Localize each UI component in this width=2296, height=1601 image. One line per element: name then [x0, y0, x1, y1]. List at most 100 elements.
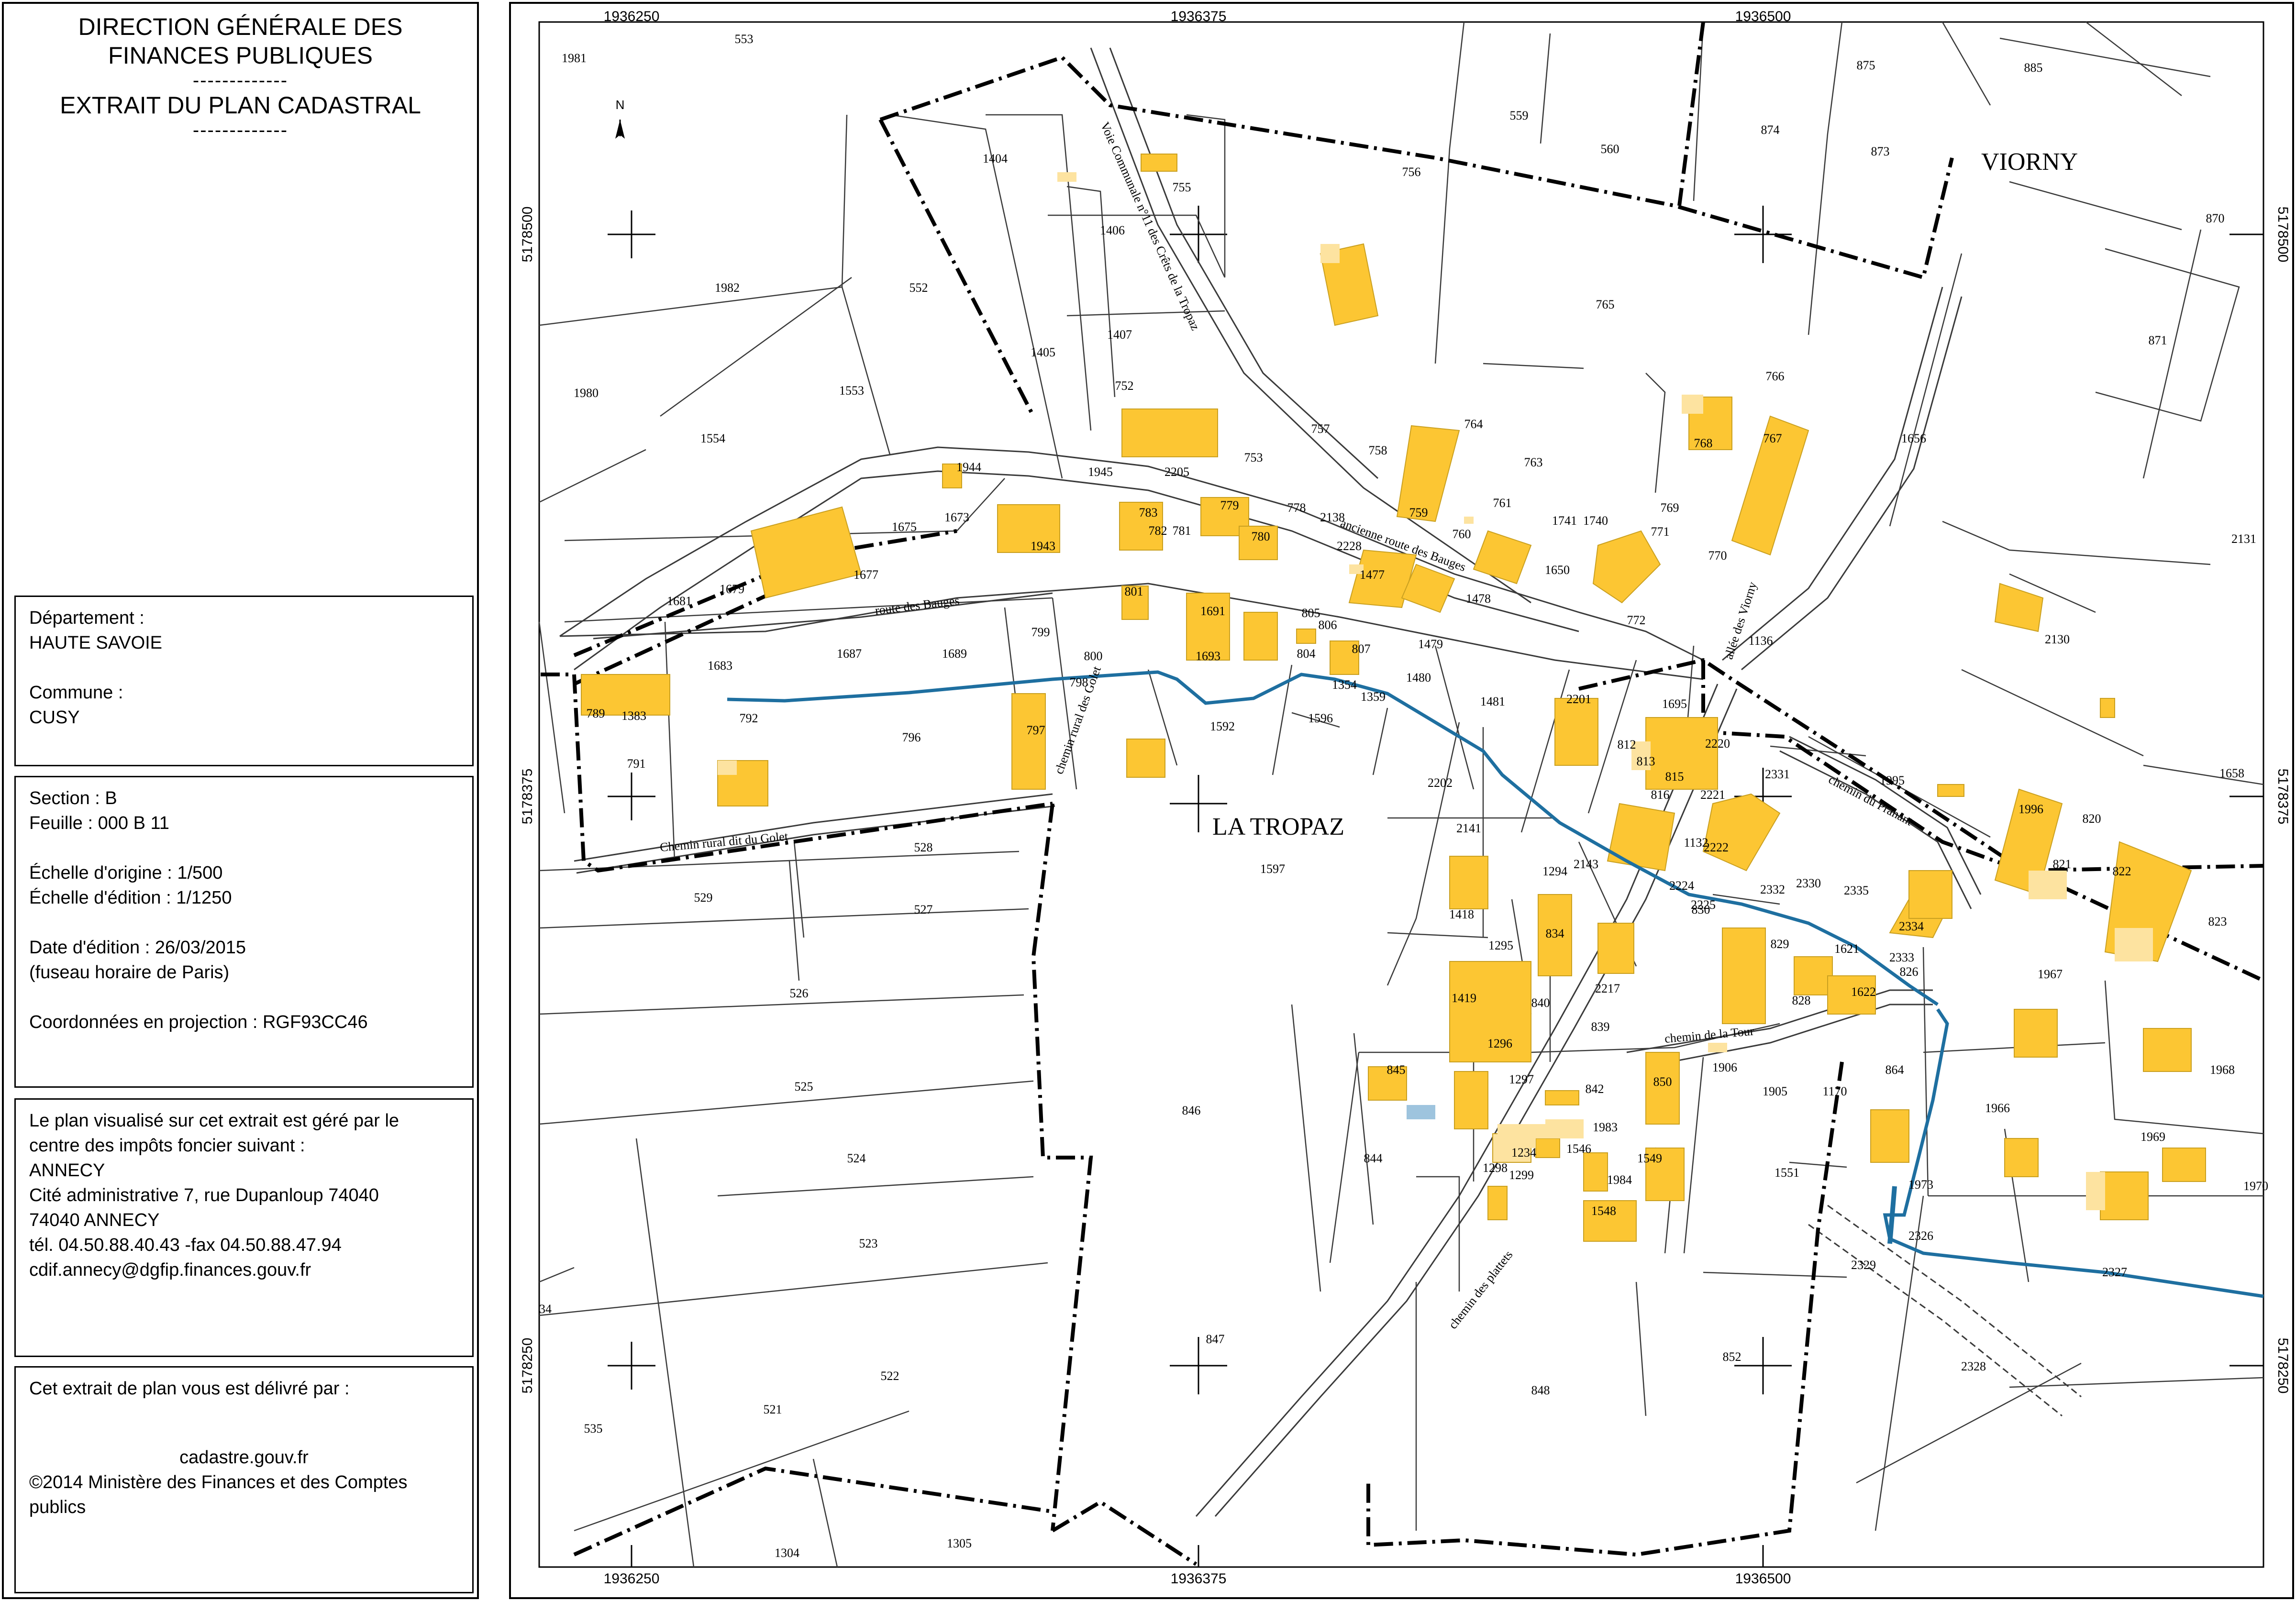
- parcel-label: 523: [859, 1237, 878, 1250]
- coord-x-top: 1936500: [1735, 9, 1791, 24]
- parcel-label: 759: [1409, 506, 1428, 519]
- parcel-label: 1970: [2243, 1179, 2268, 1193]
- street-label: Chemin rural dit du Golet: [659, 829, 789, 854]
- parcel-label: 1478: [1466, 592, 1491, 606]
- parcel-label: 782: [1149, 524, 1167, 538]
- parcel-label: 34: [539, 1302, 552, 1316]
- parcel-label: 1354: [1332, 678, 1357, 692]
- parcel-label: 1294: [1542, 864, 1567, 878]
- parcel-label: 1980: [574, 386, 599, 400]
- parcel-label: 1554: [700, 431, 725, 445]
- parcel-label: 771: [1651, 525, 1670, 539]
- parcel-label: 1982: [715, 281, 740, 295]
- parcel-label: 2330: [1796, 876, 1821, 890]
- map-canvas[interactable]: 1936250 1936375 1936500 1936250 1936375 …: [511, 4, 2292, 1597]
- parcel-label: 848: [1531, 1383, 1550, 1397]
- parcel-label: 1687: [837, 647, 862, 661]
- parcel-label: 796: [902, 730, 921, 744]
- parcel-label: 2202: [1428, 776, 1453, 790]
- parcel-label: 772: [1627, 613, 1646, 627]
- department-label: Département :: [29, 608, 144, 628]
- parcel-label: 1297: [1509, 1072, 1534, 1086]
- parcel-label: 2222: [1704, 840, 1729, 854]
- parcel-boundaries: [538, 22, 2264, 1568]
- parcel-label: 822: [2113, 864, 2131, 878]
- parcel-label: 2224: [1669, 879, 1694, 893]
- office-email[interactable]: cdif.annecy@dgfip.finances.gouv.fr: [29, 1258, 459, 1282]
- delivery-site[interactable]: cadastre.gouv.fr: [29, 1445, 459, 1470]
- parcel-label: 1693: [1196, 649, 1220, 663]
- parcel-label: 1683: [708, 659, 732, 673]
- cadastral-map[interactable]: 1936250 1936375 1936500 1936250 1936375 …: [509, 2, 2294, 1599]
- parcel-label: 1967: [2038, 967, 2063, 981]
- parcel-label: 1650: [1545, 563, 1570, 577]
- parcel-label: 871: [2149, 333, 2167, 347]
- office-phone: tél. 04.50.88.40.43 -fax 04.50.88.47.94: [29, 1235, 342, 1255]
- parcel-label: 804: [1297, 647, 1316, 661]
- parcel-label: 2138: [1320, 510, 1345, 524]
- sheet-info-box: Section : B Feuille : 000 B 11 Échelle d…: [14, 776, 474, 1088]
- parcel-label: 828: [1792, 994, 1811, 1007]
- parcel-label: 1296: [1487, 1037, 1512, 1050]
- parcel-label: 1549: [1637, 1151, 1662, 1165]
- header-separator: -------------: [192, 120, 288, 141]
- parcel-label: 1295: [1488, 939, 1513, 952]
- place-name-la-tropaz: LA TROPAZ: [1212, 813, 1344, 840]
- parcel-label: 1658: [2219, 766, 2244, 780]
- parcel-label: 529: [694, 891, 713, 905]
- place-name-viorny: VIORNY: [1981, 148, 2078, 176]
- parcel-label: 1741: [1552, 514, 1577, 528]
- parcel-label: 522: [881, 1369, 899, 1383]
- coord-x-bottom: 1936500: [1735, 1571, 1791, 1587]
- coord-y-right: 5178375: [2275, 769, 2291, 825]
- parcel-label: 781: [1173, 524, 1191, 538]
- parcel-label: 2335: [1844, 883, 1869, 897]
- parcel-label: 769: [1661, 501, 1679, 515]
- parcel-label: 845: [1387, 1063, 1406, 1077]
- coord-y-left: 5178500: [520, 207, 535, 263]
- parcel-label: 1968: [2210, 1063, 2235, 1077]
- parcel-label: 847: [1206, 1332, 1225, 1346]
- parcel-label: 2332: [1760, 883, 1785, 896]
- parcel-label: 780: [1252, 530, 1270, 543]
- parcel-label: 1984: [1607, 1173, 1632, 1187]
- north-arrow-icon: N: [615, 98, 625, 139]
- parcel-label: 1906: [1712, 1060, 1737, 1074]
- parcel-label: 1359: [1361, 690, 1386, 704]
- parcel-label: 844: [1364, 1151, 1383, 1165]
- parcel-label: 1305: [947, 1536, 972, 1550]
- location-box: Département : HAUTE SAVOIE Commune : CUS…: [14, 596, 474, 766]
- parcel-label: 823: [2208, 915, 2227, 928]
- parcel-label: 842: [1586, 1082, 1604, 1096]
- parcel-label: 1943: [1031, 539, 1055, 553]
- parcel-label: 870: [2206, 211, 2225, 225]
- parcel-label: 1551: [1775, 1166, 1799, 1180]
- parcel-label: 1304: [775, 1546, 799, 1560]
- parcel-label: 1548: [1591, 1204, 1616, 1218]
- scale-origin: Échelle d'origine : 1/500: [29, 863, 223, 883]
- parcel-label: 1656: [1901, 431, 1926, 445]
- parcel-label: 821: [2053, 857, 2072, 871]
- parcel-label: 2331: [1765, 767, 1790, 781]
- north-label: N: [616, 98, 625, 112]
- document-title: EXTRAIT DU PLAN CADASTRAL: [60, 92, 421, 119]
- parcel-label: 798: [1070, 675, 1088, 689]
- parcel-label: 525: [795, 1080, 813, 1093]
- parcel-label: 753: [1244, 451, 1263, 464]
- parcel-label: 839: [1591, 1020, 1610, 1034]
- coord-y-left: 5178250: [520, 1338, 535, 1394]
- coord-y-left: 5178375: [520, 769, 535, 825]
- coord-x-top: 1936375: [1171, 9, 1227, 24]
- parcel-label: 2228: [1337, 539, 1362, 553]
- parcel-label: 820: [2083, 812, 2101, 826]
- parcel-label: 1383: [621, 709, 646, 723]
- header-line-1: DIRECTION GÉNÉRALE DES: [78, 13, 403, 40]
- parcel-label: 2217: [1595, 982, 1620, 995]
- parcel-label: 535: [584, 1422, 603, 1435]
- parcel-label: 1477: [1360, 568, 1385, 582]
- parcel-label: 2327: [2102, 1265, 2127, 1279]
- parcel-label: 830: [1692, 903, 1710, 916]
- parcel-label: 2130: [2045, 632, 2070, 646]
- parcel-label: 2334: [1899, 919, 1924, 933]
- parcel-label: 758: [1369, 443, 1387, 457]
